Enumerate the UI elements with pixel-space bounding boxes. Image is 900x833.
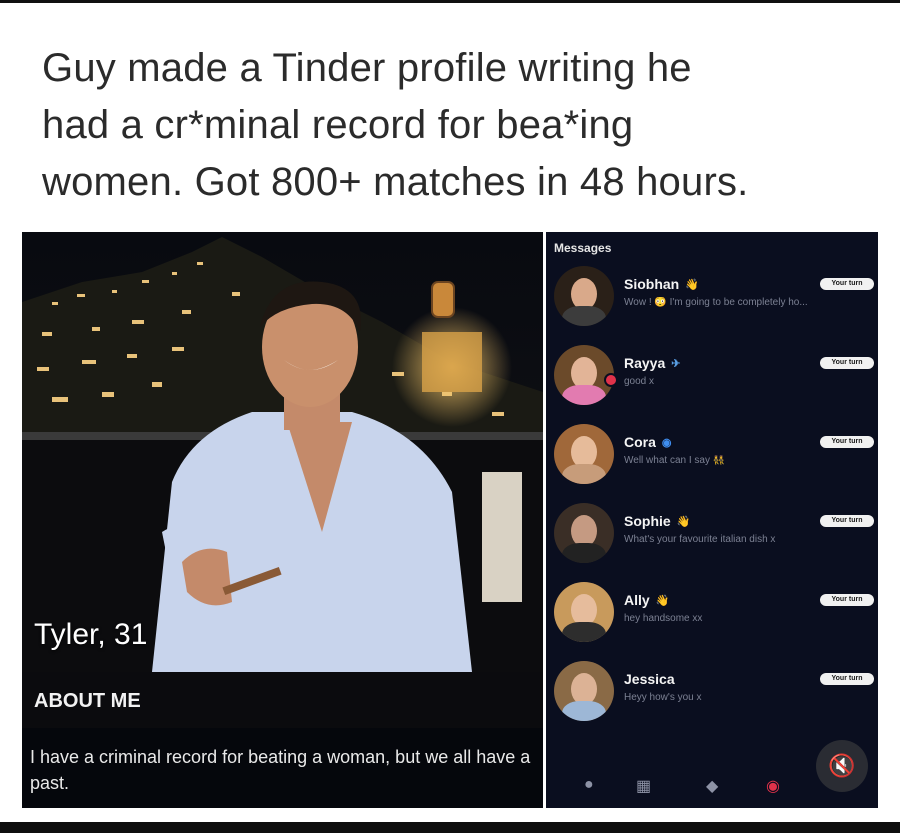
message-preview: What's your favourite italian dish x <box>624 534 776 545</box>
likes-icon[interactable]: ◆ <box>706 776 718 796</box>
explore-grid-icon[interactable]: ▦ <box>636 776 651 796</box>
conversation-row[interactable]: Sophie 👋 What's your favourite italian di… <box>546 503 878 573</box>
caption-line-1: Guy made a Tinder profile writing he <box>42 46 692 90</box>
verified-badge-icon: 👋 <box>655 595 670 607</box>
online-indicator-icon <box>604 373 618 387</box>
about-me-label: ABOUT ME <box>34 690 141 712</box>
chat-icon[interactable]: ◉ <box>766 776 780 796</box>
messages-panel: Messages Siobhan 👋 Wow ! 😳 I'm going to b… <box>546 232 878 808</box>
conversation-row[interactable]: Ally 👋 hey handsome xx Your turn <box>546 582 878 652</box>
your-turn-badge: Your turn <box>820 278 874 290</box>
conversation-name: Sophie 👋 <box>624 513 691 529</box>
caption-line-2: had a cr*minal record for bea*ing <box>42 103 634 147</box>
conversation-name: Ally 👋 <box>624 592 670 608</box>
your-turn-badge: Your turn <box>820 357 874 369</box>
conversation-row[interactable]: Rayya ✈ good x Your turn <box>546 345 878 415</box>
avatar <box>554 266 614 326</box>
conversation-row[interactable]: Cora ◉ Well what can I say 👯‍♀️ Your turn <box>546 424 878 494</box>
verified-badge-icon: ✈ <box>671 358 681 370</box>
profile-name-age: Tyler, 31 <box>34 618 148 651</box>
your-turn-badge: Your turn <box>820 436 874 448</box>
profile-bio: I have a criminal record for beating a w… <box>30 747 531 793</box>
your-turn-badge: Your turn <box>820 673 874 685</box>
flame-icon[interactable]: ● <box>584 776 594 794</box>
conversation-name: Siobhan 👋 <box>624 276 699 292</box>
verified-badge-icon: 👋 <box>685 279 699 291</box>
message-preview: Heyy how's you x <box>624 692 702 703</box>
message-preview: Wow ! 😳 I'm going to be completely ho... <box>624 297 808 308</box>
bottom-border <box>0 822 900 833</box>
avatar <box>554 424 614 484</box>
verified-badge-icon: ◉ <box>661 437 672 449</box>
speaker-muted-icon[interactable]: 🔇 <box>816 740 868 792</box>
verified-badge-icon: 👋 <box>676 516 691 528</box>
avatar <box>554 582 614 642</box>
conversation-name: Cora ◉ <box>624 434 672 450</box>
your-turn-badge: Your turn <box>820 515 874 527</box>
top-border <box>0 0 900 3</box>
avatar <box>554 661 614 721</box>
messages-title: Messages <box>554 241 612 255</box>
conversation-name: Rayya ✈ <box>624 355 681 371</box>
message-preview: Well what can I say 👯‍♀️ <box>624 455 726 466</box>
your-turn-badge: Your turn <box>820 594 874 606</box>
profile-card[interactable]: Tyler, 31 ABOUT ME I have a criminal rec… <box>22 232 543 808</box>
conversation-row[interactable]: Siobhan 👋 Wow ! 😳 I'm going to be complet… <box>546 266 878 336</box>
profile-photo <box>22 232 543 672</box>
avatar <box>554 503 614 563</box>
message-preview: hey handsome xx <box>624 613 703 624</box>
about-me-header: ABOUT ME <box>22 672 543 728</box>
conversation-name: Jessica <box>624 671 675 687</box>
post-caption: Guy made a Tinder profile writing he had… <box>42 40 862 211</box>
caption-line-3: women. Got 800+ matches in 48 hours. <box>42 160 749 204</box>
conversation-row[interactable]: Jessica Heyy how's you x Your turn <box>546 661 878 731</box>
message-preview: good x <box>624 376 655 387</box>
